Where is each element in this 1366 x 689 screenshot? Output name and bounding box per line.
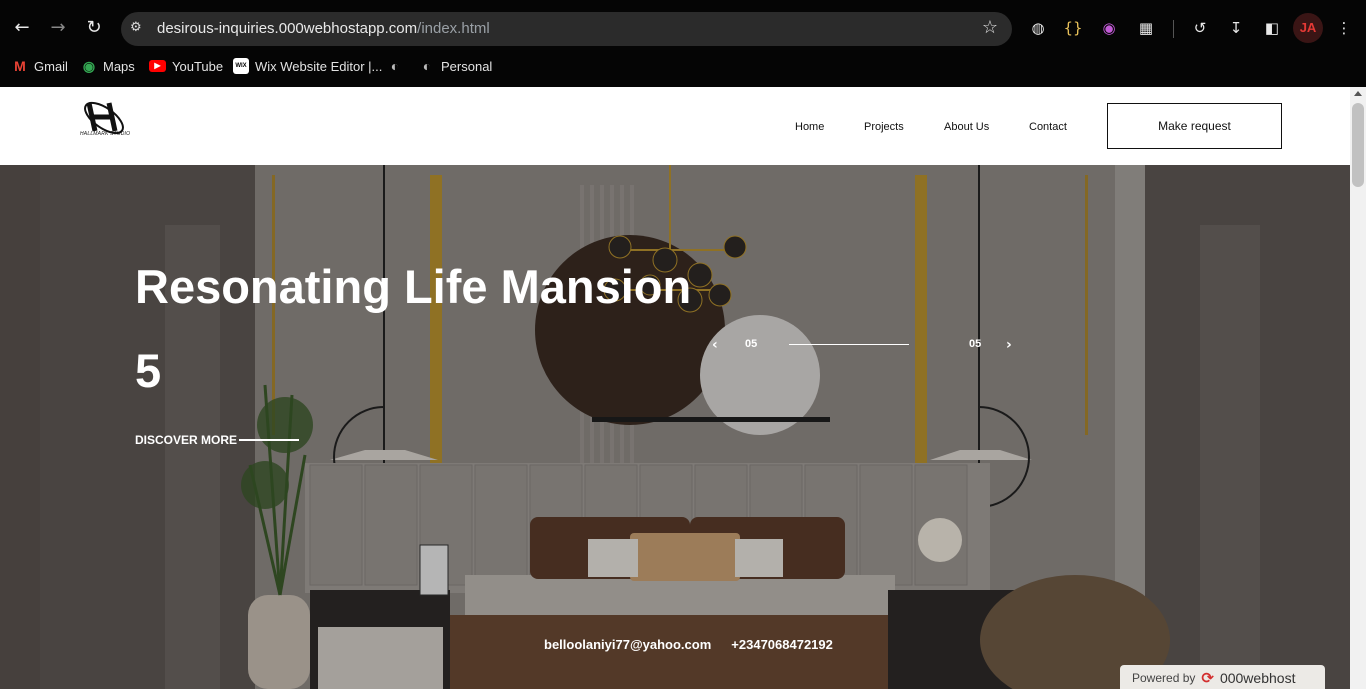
globe-icon: ◐ [390,58,400,74]
nav-contact[interactable]: Contact [1029,121,1067,133]
bookmark-star-icon[interactable]: ☆ [982,17,998,38]
page-viewport: HALLMARK STUDIO Home Projects About Us C… [0,87,1350,689]
discover-underline [239,439,300,441]
wix-icon: WIX [233,58,249,74]
slide-pager: ‹ 05 05 › [712,335,1022,355]
hero-section: Resonating Life Mansion 5 DISCOVER MORE … [0,165,1350,689]
scrollbar-thumb[interactable] [1352,103,1364,187]
powered-by-badge[interactable]: Powered by ⟳ 000webhost [1120,665,1325,689]
site-header: HALLMARK STUDIO Home Projects About Us C… [0,87,1350,165]
nav-home[interactable]: Home [795,121,824,133]
bookmark-globe[interactable]: ◐ [387,55,403,77]
back-arrow-icon[interactable]: ← [10,16,34,40]
maps-icon: ◉ [82,58,96,74]
nav-about-us[interactable]: About Us [944,121,989,133]
address-bar[interactable]: ⚙ desirous-inquiries.000webhostapp.com/i… [121,12,1012,46]
bookmark-youtube[interactable]: ▶ YouTube [149,55,223,77]
puzzle-extensions-icon[interactable]: ▦ [1134,16,1158,40]
bookmark-maps[interactable]: ◉ Maps [81,55,135,77]
bookmark-wix[interactable]: WIX Wix Website Editor |... [233,55,382,77]
circle-extension-icon[interactable]: ◍ [1026,16,1050,40]
broadcast-extension-icon[interactable]: ◉ [1097,16,1121,40]
slide-progress-line [789,344,909,345]
logo-text: HALLMARK STUDIO [80,131,131,137]
hero-title: Resonating Life Mansion 5 [135,260,692,397]
page-scrollbar[interactable] [1350,87,1366,689]
webhost-logo-icon: ⟳ [1201,669,1214,687]
sidepanel-icon[interactable]: ◧ [1260,16,1284,40]
contact-email[interactable]: belloolaniyi77@yahoo.com [544,637,711,652]
discover-more-link[interactable]: DISCOVER MORE [135,433,300,447]
chevron-left-icon[interactable]: ‹ [712,335,718,355]
nav-projects[interactable]: Projects [864,121,904,133]
bookmark-personal[interactable]: ◐ Personal [419,55,493,77]
contact-info: belloolaniyi77@yahoo.com +2347068472192 [544,637,833,652]
make-request-button[interactable]: Make request [1107,103,1282,149]
hero-background-image [0,165,1350,689]
url-text[interactable]: desirous-inquiries.000webhostapp.com/ind… [157,20,490,37]
sync-icon[interactable]: ↺ [1188,16,1212,40]
globe-icon: ◐ [422,58,432,74]
menu-dots-icon[interactable]: ⋮ [1332,16,1356,40]
browser-chrome: ← → ↻ ⚙ desirous-inquiries.000webhostapp… [0,0,1366,87]
scroll-up-arrow-icon[interactable] [1354,91,1362,96]
slide-total: 05 [969,338,982,350]
gmail-icon: M [14,58,26,74]
profile-avatar[interactable]: JA [1293,13,1323,43]
braces-extension-icon[interactable]: {} [1061,16,1085,40]
forward-arrow-icon[interactable]: → [46,16,70,40]
download-icon[interactable]: ↧ [1224,16,1248,40]
contact-phone[interactable]: +2347068472192 [731,637,833,652]
slide-current: 05 [745,338,758,350]
site-info-icon[interactable]: ⚙ [130,20,146,36]
toolbar-separator [1173,20,1174,38]
browser-toolbar: ← → ↻ ⚙ desirous-inquiries.000webhostapp… [0,8,1366,50]
youtube-icon: ▶ [149,60,166,72]
bookmarks-bar: M Gmail ◉ Maps ▶ YouTube WIX Wix Website… [0,55,1366,77]
reload-icon[interactable]: ↻ [82,16,106,40]
chevron-right-icon[interactable]: › [1006,335,1012,355]
bookmark-gmail[interactable]: M Gmail [12,55,68,77]
